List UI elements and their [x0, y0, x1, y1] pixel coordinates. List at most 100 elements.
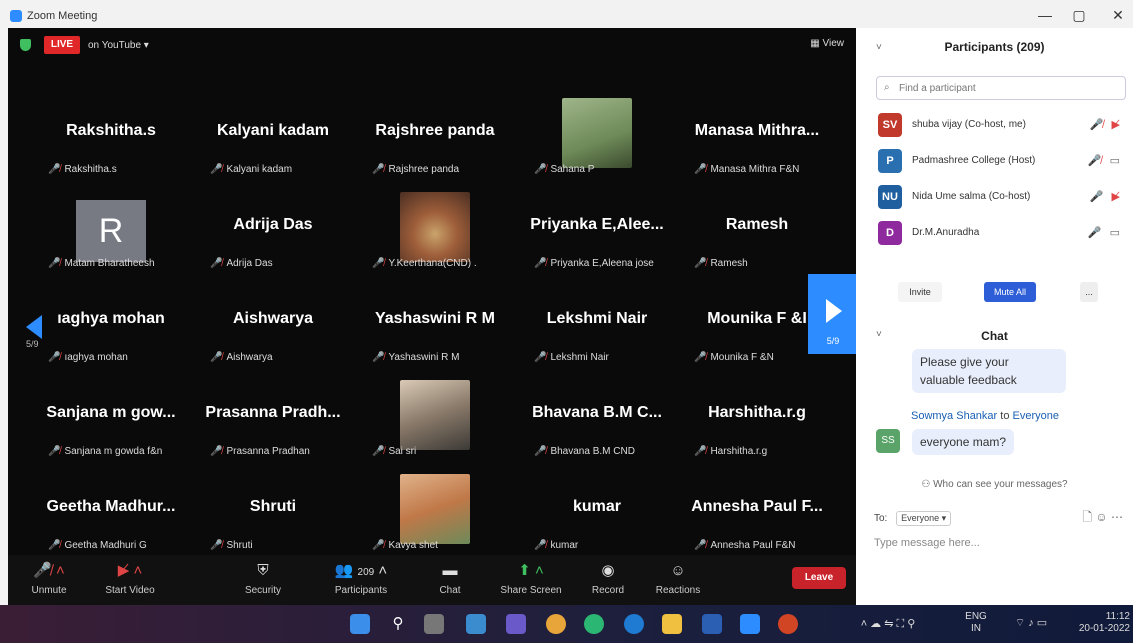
- mute-all-button[interactable]: Mute All: [984, 282, 1036, 302]
- mic-muted-icon: 🎤̸: [534, 446, 547, 457]
- start-video-button[interactable]: ▶̸ ˄ Start Video: [98, 561, 162, 596]
- maximize-button[interactable]: ▢: [1064, 6, 1094, 24]
- video-tile[interactable]: Kalyani kadam 🎤̸ Kalyani kadam: [192, 92, 354, 185]
- video-tile[interactable]: Geetha Madhur... 🎤̸ Geetha Madhuri G: [30, 468, 192, 561]
- video-tile[interactable]: Priyanka E,Alee... 🎤̸ Priyanka E,Aleena jo…: [516, 186, 678, 279]
- meeting-toolbar: 🎤̸ ˄ Unmute ▶̸ ˄ Start Video ⛨ Security …: [8, 555, 856, 605]
- share-screen-label: Share Screen: [500, 585, 562, 596]
- widgets-icon[interactable]: [466, 614, 486, 634]
- chat-message: everyone mam?: [912, 429, 1015, 455]
- video-tile[interactable]: Bhavana B.M C... 🎤̸ Bhavana B.M CND: [516, 374, 678, 467]
- participant-row[interactable]: NU Nida Ume salma (Co-host) 🎤 ▶̸: [876, 182, 1126, 212]
- video-tile[interactable]: 🎤̸ Kavya shet: [354, 468, 516, 561]
- video-tile[interactable]: R 🎤̸ Matam Bharatheesh: [30, 186, 192, 279]
- participant-row[interactable]: SV shuba vijay (Co-host, me) 🎤̸ ▶̸: [876, 110, 1126, 140]
- teams-icon[interactable]: [506, 614, 526, 634]
- task-view-icon[interactable]: [424, 614, 444, 634]
- emoji-icon[interactable]: ☺: [1095, 510, 1107, 524]
- video-tile[interactable]: 🎤̸ Sahana P: [516, 92, 678, 185]
- video-tile[interactable]: 🎤̸ Sai sri: [354, 374, 516, 467]
- mic-muted-icon: 🎤̸ ˄: [33, 562, 65, 579]
- video-icon[interactable]: ▭: [1110, 155, 1120, 167]
- chat-tools: 🗋 ☺ ⋯: [1082, 508, 1123, 529]
- video-tile[interactable]: Yashaswini R M 🎤̸ Yashaswini R M: [354, 280, 516, 373]
- more-icon[interactable]: ⋯: [1111, 510, 1123, 524]
- chat-button[interactable]: ▬ Chat: [432, 561, 468, 596]
- live-badge[interactable]: LIVE: [44, 36, 80, 54]
- mic-muted-icon: 🎤̸: [210, 352, 223, 363]
- video-tile[interactable]: Aishwarya 🎤̸ Aishwarya: [192, 280, 354, 373]
- file-icon[interactable]: 🗋: [1082, 510, 1092, 524]
- arrow-right-icon: [826, 299, 842, 323]
- video-tile[interactable]: Harshitha.r.g 🎤̸ Harshitha.r.g: [676, 374, 838, 467]
- mic-muted-icon: 🎤̸: [534, 258, 547, 269]
- mic-muted-icon[interactable]: 🎤̸: [1090, 119, 1104, 131]
- language-indicator[interactable]: ENG IN: [958, 611, 994, 635]
- who-can-see-link[interactable]: ⚇ Who can see your messages?: [856, 479, 1133, 490]
- edge-icon[interactable]: [624, 614, 644, 634]
- participant-search-input[interactable]: ⌕ Find a participant: [876, 76, 1126, 100]
- mic-icon[interactable]: 🎤: [1088, 227, 1102, 239]
- unmute-button[interactable]: 🎤̸ ˄ Unmute: [24, 561, 74, 596]
- video-off-icon[interactable]: ▶̸: [1112, 191, 1120, 203]
- wifi-sound-battery-icons[interactable]: ⌔ ♪ ▭: [1000, 617, 1062, 629]
- video-icon[interactable]: ▭: [1110, 227, 1120, 239]
- recipient-select[interactable]: Everyone ▾: [896, 511, 952, 526]
- leave-button[interactable]: Leave: [792, 567, 846, 589]
- close-button[interactable]: ✕: [1103, 6, 1133, 24]
- video-tile[interactable]: Ramesh 🎤̸ Ramesh: [676, 186, 838, 279]
- video-off-icon[interactable]: ▶̸: [1112, 119, 1120, 131]
- participant-name: Padmashree College (Host): [912, 155, 1036, 166]
- file-explorer-icon[interactable]: [662, 614, 682, 634]
- mic-muted-icon: 🎤̸: [694, 540, 707, 551]
- video-tile[interactable]: Rakshitha.s 🎤̸ Rakshitha.s: [30, 92, 192, 185]
- share-screen-button[interactable]: ⬆ ˄ Share Screen: [496, 561, 566, 596]
- participant-name-label: 🎤̸ Kavya shet: [372, 540, 438, 551]
- participant-name: Geetha Madhuri G: [64, 540, 147, 551]
- tray-icons[interactable]: ˄ ☁ ⇋ ⛶ ⚲: [848, 618, 928, 630]
- woman-photo: [400, 474, 470, 544]
- view-button[interactable]: ▦ View: [810, 38, 844, 49]
- mic-muted-icon[interactable]: 🎤̸: [1088, 155, 1102, 167]
- chat-input[interactable]: Type message here...: [874, 537, 980, 549]
- video-tile[interactable]: kumar 🎤̸ kumar: [516, 468, 678, 561]
- reactions-button[interactable]: ☺ Reactions: [652, 561, 704, 596]
- clock[interactable]: 11:12 20-01-2022: [1064, 611, 1130, 635]
- participant-name-label: 🎤̸ kumar: [534, 540, 578, 551]
- video-tile[interactable]: 🎤̸ Y.Keerthana(CND) .: [354, 186, 516, 279]
- video-tile[interactable]: Annesha Paul F... 🎤̸ Annesha Paul F&N: [676, 468, 838, 561]
- participant-name-label: 🎤̸ Sahana P: [534, 164, 594, 175]
- mic-muted-icon: 🎤̸: [372, 164, 385, 175]
- video-tile[interactable]: Lekshmi Nair 🎤̸ Lekshmi Nair: [516, 280, 678, 373]
- prev-page-button[interactable]: 5/9: [18, 303, 44, 353]
- participants-button[interactable]: 👥 209 ˄ Participants: [326, 561, 396, 596]
- video-tile[interactable]: Manasa Mithra... 🎤̸ Manasa Mithra F&N: [676, 92, 838, 185]
- search-icon[interactable]: ⚲: [388, 614, 408, 634]
- powerpoint-icon[interactable]: [778, 614, 798, 634]
- invite-button[interactable]: Invite: [898, 282, 942, 302]
- zoom-taskbar-icon[interactable]: [740, 614, 760, 634]
- word-icon[interactable]: [702, 614, 722, 634]
- shield-icon: ⛨: [257, 562, 269, 579]
- video-tile[interactable]: ıaghya mohan 🎤̸ ıaghya mohan: [30, 280, 192, 373]
- record-button[interactable]: ◉ Record: [588, 561, 628, 596]
- start-icon[interactable]: [350, 614, 370, 634]
- video-tile[interactable]: Adrija Das 🎤̸ Adrija Das: [192, 186, 354, 279]
- mic-icon[interactable]: 🎤: [1090, 191, 1104, 203]
- chrome-icon[interactable]: [546, 614, 566, 634]
- more-options-button[interactable]: ...: [1080, 282, 1098, 302]
- video-tile[interactable]: Shruti 🎤̸ Shruti: [192, 468, 354, 561]
- chat-recipient-row: To: Everyone ▾: [874, 511, 952, 526]
- video-tile[interactable]: Prasanna Pradh... 🎤̸ Prasanna Pradhan: [192, 374, 354, 467]
- video-tile[interactable]: Sanjana m gow... 🎤̸ Sanjana m gowda f&n: [30, 374, 192, 467]
- video-tile[interactable]: Rajshree panda 🎤̸ Rajshree panda: [354, 92, 516, 185]
- participant-row[interactable]: D Dr.M.Anuradha 🎤 ▭: [876, 218, 1126, 248]
- whatsapp-icon[interactable]: [584, 614, 604, 634]
- security-button[interactable]: ⛨ Security: [238, 561, 288, 596]
- next-page-button[interactable]: 5/9: [808, 274, 858, 354]
- participant-name: Ramesh: [710, 258, 748, 269]
- minimize-button[interactable]: —: [1030, 6, 1060, 24]
- participant-row[interactable]: P Padmashree College (Host) 🎤̸ ▭: [876, 146, 1126, 176]
- stream-destination[interactable]: on YouTube ▾: [88, 40, 149, 51]
- security-shield-icon[interactable]: [20, 39, 31, 51]
